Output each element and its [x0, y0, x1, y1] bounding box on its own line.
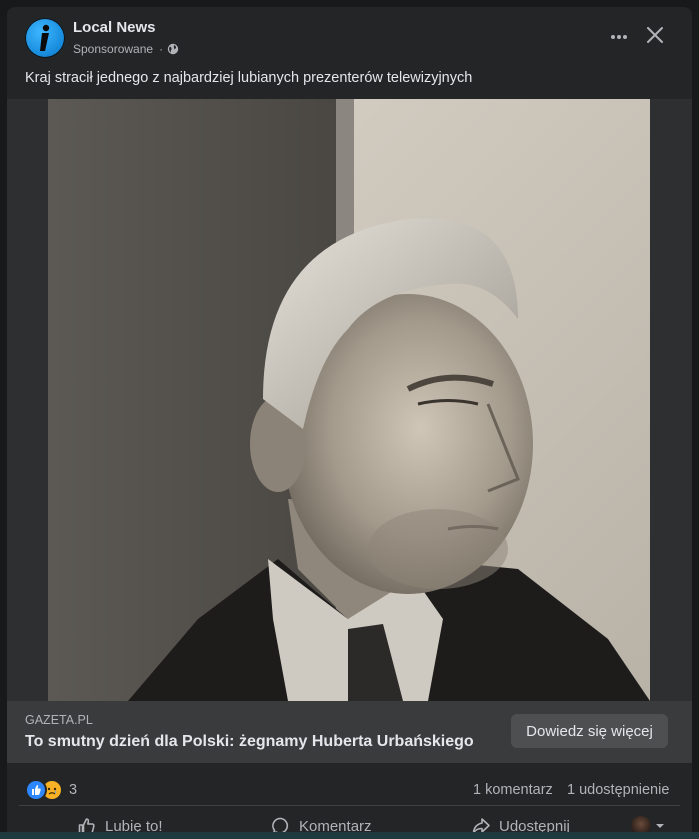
like-reaction-icon — [25, 779, 47, 801]
sponsored-post-card: Local News Sponsorowane · Kraj stracił j… — [7, 7, 692, 839]
learn-more-button[interactable]: Dowiedz się więcej — [511, 714, 668, 748]
comments-count[interactable]: 1 komentarz — [473, 782, 553, 798]
more-options-button[interactable] — [605, 23, 633, 51]
post-stats: 3 1 komentarz 1 udostępnienie — [7, 763, 692, 807]
globe-icon[interactable] — [167, 43, 179, 55]
hide-post-button[interactable] — [641, 21, 669, 49]
link-domain: GAZETA.PL — [25, 713, 93, 727]
page-bottom-strip — [0, 832, 699, 839]
chevron-down-icon — [656, 824, 664, 828]
post-media[interactable] — [7, 99, 692, 701]
ellipsis-icon — [611, 35, 627, 39]
post-photo[interactable] — [48, 99, 650, 701]
separator-dot: · — [159, 42, 164, 56]
page-name[interactable]: Local News — [73, 19, 156, 36]
sponsored-row: Sponsorowane · — [73, 42, 179, 56]
link-title[interactable]: To smutny dzień dla Polski: żegnamy Hube… — [25, 733, 474, 751]
info-i-icon — [40, 24, 50, 51]
page-avatar[interactable] — [25, 18, 65, 58]
reaction-count: 3 — [69, 782, 78, 798]
shares-count[interactable]: 1 udostępnienie — [567, 782, 669, 798]
post-text: Kraj stracił jednego z najbardziej lubia… — [25, 70, 473, 86]
post-header: Local News Sponsorowane · — [7, 7, 692, 67]
reactions-summary[interactable]: 3 — [25, 779, 77, 801]
portrait-photo-image — [48, 99, 650, 701]
sponsored-label[interactable]: Sponsorowane — [73, 42, 153, 56]
close-icon — [647, 27, 663, 43]
link-preview-bar[interactable]: GAZETA.PL To smutny dzień dla Polski: że… — [7, 701, 692, 763]
